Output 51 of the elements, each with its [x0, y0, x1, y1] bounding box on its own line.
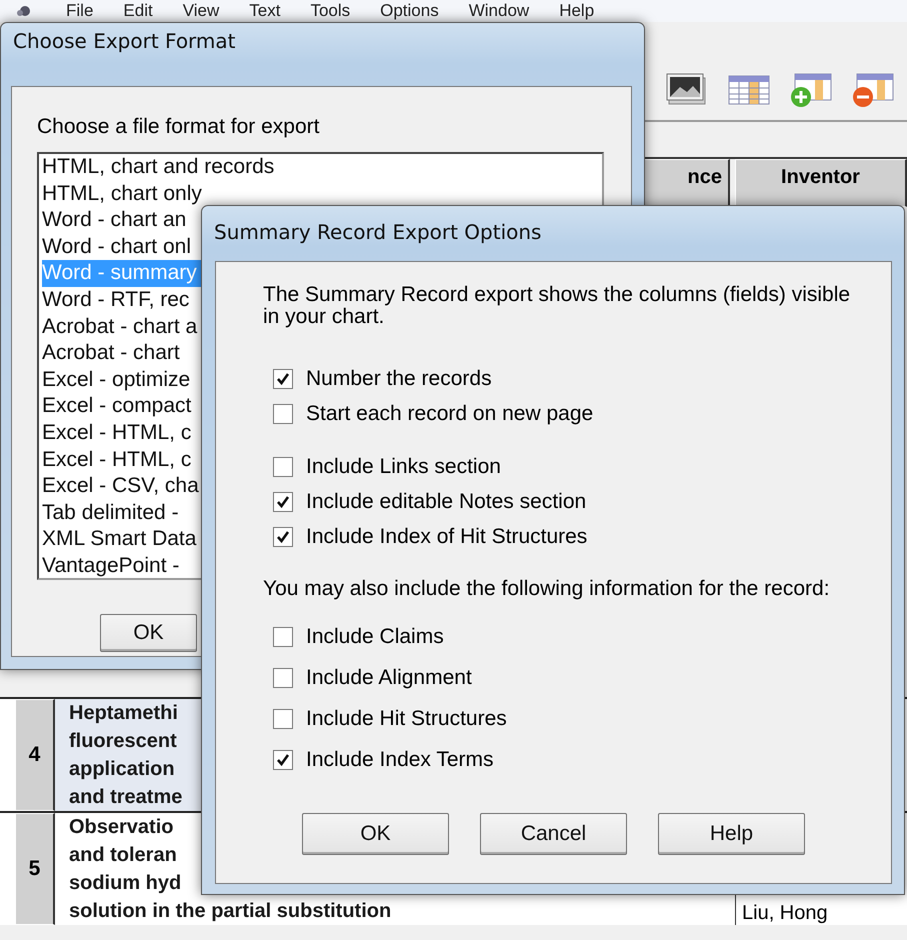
column-header[interactable]: Inventor: [735, 159, 907, 207]
row-number: 5: [15, 813, 55, 925]
checkbox[interactable]: [273, 668, 293, 688]
checkbox-label[interactable]: Include Claims: [306, 625, 444, 649]
checkbox[interactable]: [273, 404, 293, 424]
list-item[interactable]: HTML, chart and records: [42, 154, 602, 181]
table-cell-text: and treatme: [69, 785, 182, 810]
section-heading: You may also include the following information for the record:: [263, 577, 830, 601]
row-number: 4: [15, 699, 55, 811]
checkbox[interactable]: [273, 457, 293, 477]
checkbox-label[interactable]: Include Index of Hit Structures: [306, 525, 588, 549]
checkbox-label[interactable]: Include Index Terms: [306, 748, 494, 772]
table-cell-text: Liu, Hong: [742, 902, 828, 925]
table-cell-text: Observatio: [69, 815, 174, 840]
help-button[interactable]: Help: [658, 813, 805, 855]
checkbox[interactable]: [273, 527, 293, 547]
checkbox[interactable]: [273, 709, 293, 729]
menu-item[interactable]: Tools: [310, 1, 350, 21]
table-cell-text: Heptamethi: [69, 701, 178, 726]
dialog-title: Summary Record Export Options: [213, 219, 542, 246]
list-item[interactable]: HTML, chart only: [42, 180, 602, 208]
checkbox[interactable]: [273, 750, 293, 770]
cancel-button[interactable]: Cancel: [480, 813, 627, 855]
dialog-title: Choose Export Format: [12, 28, 236, 55]
checkbox[interactable]: [273, 369, 293, 389]
checkbox[interactable]: [273, 627, 293, 647]
table-cell-text: fluorescent: [69, 729, 177, 754]
table-cell-text: and toleran: [69, 843, 177, 868]
checkbox-label[interactable]: Include editable Notes section: [306, 490, 586, 514]
remove-column-icon[interactable]: [851, 72, 895, 108]
checkbox-label[interactable]: Start each record on new page: [306, 402, 594, 426]
description-text: The Summary Record export shows the columns (fields) visible in your chart.: [263, 284, 852, 328]
menu-item[interactable]: Options: [380, 1, 439, 21]
checkbox-label[interactable]: Include Hit Structures: [306, 707, 507, 731]
menu-item[interactable]: Window: [468, 1, 530, 21]
table-cell-text: solution in the partial substitution: [69, 899, 392, 924]
checkbox-label[interactable]: Include Alignment: [306, 666, 472, 690]
menu-item[interactable]: View: [182, 1, 220, 21]
menu-item[interactable]: Help: [559, 1, 594, 21]
table-cell-text: application: [69, 757, 175, 782]
prompt-text: Choose a file format for export: [37, 115, 320, 139]
checkbox-label[interactable]: Number the records: [306, 367, 492, 391]
add-column-icon[interactable]: [789, 72, 833, 108]
ok-button[interactable]: OK: [302, 813, 449, 855]
checkbox[interactable]: [273, 492, 293, 512]
table-cell-text: sodium hyd: [69, 871, 182, 896]
menu-item[interactable]: File: [66, 1, 94, 21]
checkbox-label[interactable]: Include Links section: [306, 455, 501, 479]
menu-item[interactable]: Edit: [123, 1, 153, 21]
ok-button[interactable]: OK: [100, 614, 197, 652]
menu-item[interactable]: Text: [249, 1, 280, 21]
